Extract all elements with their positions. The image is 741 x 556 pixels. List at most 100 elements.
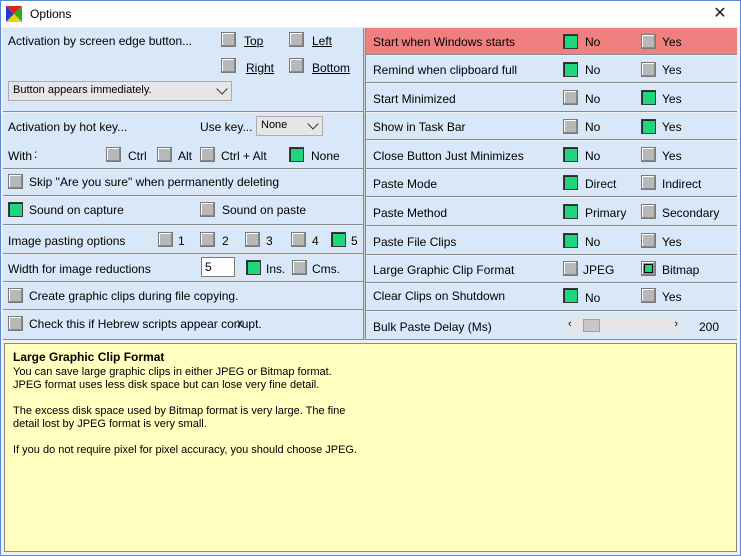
image-option-1-checkbox[interactable] (158, 232, 173, 247)
graphic-format-bitmap-label: Bitmap (662, 263, 700, 277)
image-width-label: Width for image reductions (8, 262, 151, 276)
paste-file-clips-yes-label: Yes (662, 235, 682, 249)
none-label: None (311, 149, 340, 163)
start-with-windows-no-label: No (585, 35, 601, 49)
options-window: Options ✕ Activation by screen edge butt… (0, 0, 741, 556)
create-graphic-panel: Create graphic clips during file copying… (3, 283, 363, 310)
image-pasting-panel: Image pasting options 1 2 3 4 5 (3, 226, 363, 254)
hebrew-x-mark: x (237, 316, 243, 330)
left-checkbox[interactable] (289, 32, 304, 47)
chevron-down-icon (307, 118, 319, 130)
remind-clipboard-yes-checkbox[interactable] (641, 62, 656, 77)
slider-right-arrow-icon[interactable]: › (674, 318, 678, 330)
right-row-3: Show in Task Bar No Yes (366, 113, 737, 140)
hebrew-checkbox[interactable] (8, 316, 23, 331)
image-option-3-label: 3 (266, 234, 273, 248)
image-option-4-label: 4 (312, 234, 319, 248)
close-minimizes-yes-checkbox[interactable] (641, 147, 656, 162)
paste-file-clips-yes-checkbox[interactable] (641, 233, 656, 248)
slider-thumb[interactable] (583, 319, 601, 332)
start-minimized-yes-checkbox[interactable] (641, 90, 656, 105)
top-checkbox[interactable] (221, 32, 236, 47)
paste-method-secondary-checkbox[interactable] (641, 204, 656, 219)
help-line-4: detail lost by JPEG format is very small… (13, 418, 207, 430)
clear-clips-yes-checkbox[interactable] (641, 288, 656, 303)
bulk-paste-slider[interactable]: ‹ › (565, 318, 681, 333)
left-label: Left (312, 34, 333, 48)
right-row-6: Paste Method Primary Secondary (366, 198, 737, 226)
sound-paste-label: Sound on paste (222, 203, 307, 217)
help-title: Large Graphic Clip Format (13, 350, 165, 364)
alt-checkbox[interactable] (157, 147, 172, 162)
with-label: With (8, 149, 32, 163)
graphic-format-jpeg-checkbox[interactable] (563, 261, 578, 276)
close-icon[interactable]: ✕ (710, 4, 730, 24)
image-pasting-label: Image pasting options (8, 234, 126, 248)
help-line-1: You can save large graphic clips in eith… (13, 366, 332, 378)
use-key-value: None (261, 119, 288, 131)
show-taskbar-no-label: No (585, 120, 601, 134)
right-checkbox[interactable] (221, 58, 236, 73)
button-appearance-value: Button appears immediately. (13, 84, 152, 96)
clear-clips-no-label: No (585, 291, 601, 305)
paste-method-primary-checkbox[interactable] (563, 204, 578, 219)
graphic-format-jpeg-label: JPEG (583, 263, 615, 277)
paste-file-clips-no-label: No (585, 235, 601, 249)
help-line-3: The excess disk space used by Bitmap for… (13, 405, 346, 417)
bottom-checkbox[interactable] (289, 58, 304, 73)
start-with-windows-no-checkbox[interactable] (563, 34, 578, 49)
skip-confirm-checkbox[interactable] (8, 174, 23, 189)
use-key-dropdown[interactable]: None (256, 116, 323, 136)
paste-mode-indirect-checkbox[interactable] (641, 175, 656, 190)
start-with-windows-label: Start when Windows starts (373, 35, 516, 49)
graphic-format-bitmap-checkbox[interactable] (641, 261, 656, 276)
image-width-input[interactable]: 5 (201, 257, 235, 277)
close-minimizes-no-checkbox[interactable] (563, 147, 578, 162)
clear-clips-yes-label: Yes (662, 290, 682, 304)
ctrl-alt-checkbox[interactable] (200, 147, 215, 162)
right-row-1: Remind when clipboard full No Yes (366, 56, 737, 83)
image-option-4-checkbox[interactable] (291, 232, 306, 247)
inches-label: Ins. (266, 262, 286, 276)
close-minimizes-label: Close Button Just Minimizes (373, 149, 524, 163)
sound-paste-checkbox[interactable] (200, 202, 215, 217)
skip-confirm-panel: Skip "Are you sure" when permanently del… (3, 170, 363, 196)
create-graphic-checkbox[interactable] (8, 288, 23, 303)
help-line-5: If you do not require pixel for pixel ac… (13, 444, 358, 456)
button-appearance-dropdown[interactable]: Button appears immediately. (8, 81, 232, 101)
image-option-5-checkbox[interactable] (331, 232, 346, 247)
paste-mode-direct-checkbox[interactable] (563, 175, 578, 190)
centimetres-checkbox[interactable] (292, 260, 307, 275)
show-taskbar-yes-checkbox[interactable] (641, 119, 656, 134)
ctrl-checkbox[interactable] (106, 147, 121, 162)
clear-clips-no-checkbox[interactable] (563, 288, 578, 303)
skip-confirm-label: Skip "Are you sure" when permanently del… (29, 175, 279, 189)
screen-edge-label: Activation by screen edge button... (8, 34, 193, 48)
image-width-panel: Width for image reductions 5 Ins. Cms. (3, 255, 363, 282)
close-minimizes-yes-label: Yes (662, 149, 682, 163)
clear-clips-label: Clear Clips on Shutdown (373, 289, 506, 303)
bulk-paste-panel: Bulk Paste Delay (Ms) ‹ › 200 (366, 312, 737, 340)
start-minimized-yes-label: Yes (662, 92, 682, 106)
paste-file-clips-no-checkbox[interactable] (563, 233, 578, 248)
image-option-5-label: 5 (351, 234, 358, 248)
paste-mode-label: Paste Mode (373, 177, 438, 191)
slider-left-arrow-icon[interactable]: ‹ (568, 318, 572, 330)
remind-clipboard-no-label: No (585, 63, 601, 77)
image-option-3-checkbox[interactable] (245, 232, 260, 247)
ctrl-alt-label: Ctrl + Alt (221, 149, 267, 163)
create-graphic-label: Create graphic clips during file copying… (29, 289, 239, 303)
remind-clipboard-yes-label: Yes (662, 63, 682, 77)
start-minimized-no-checkbox[interactable] (563, 90, 578, 105)
alt-label: Alt (178, 149, 193, 163)
image-option-2-checkbox[interactable] (200, 232, 215, 247)
show-taskbar-no-checkbox[interactable] (563, 119, 578, 134)
help-line-2: JPEG format uses less disk space but can… (13, 379, 320, 391)
remind-clipboard-no-checkbox[interactable] (563, 62, 578, 77)
start-with-windows-yes-checkbox[interactable] (641, 34, 656, 49)
help-spacer (13, 392, 728, 405)
sound-capture-checkbox[interactable] (8, 202, 23, 217)
paste-method-label: Paste Method (373, 206, 448, 220)
none-checkbox[interactable] (289, 147, 304, 162)
inches-checkbox[interactable] (246, 260, 261, 275)
